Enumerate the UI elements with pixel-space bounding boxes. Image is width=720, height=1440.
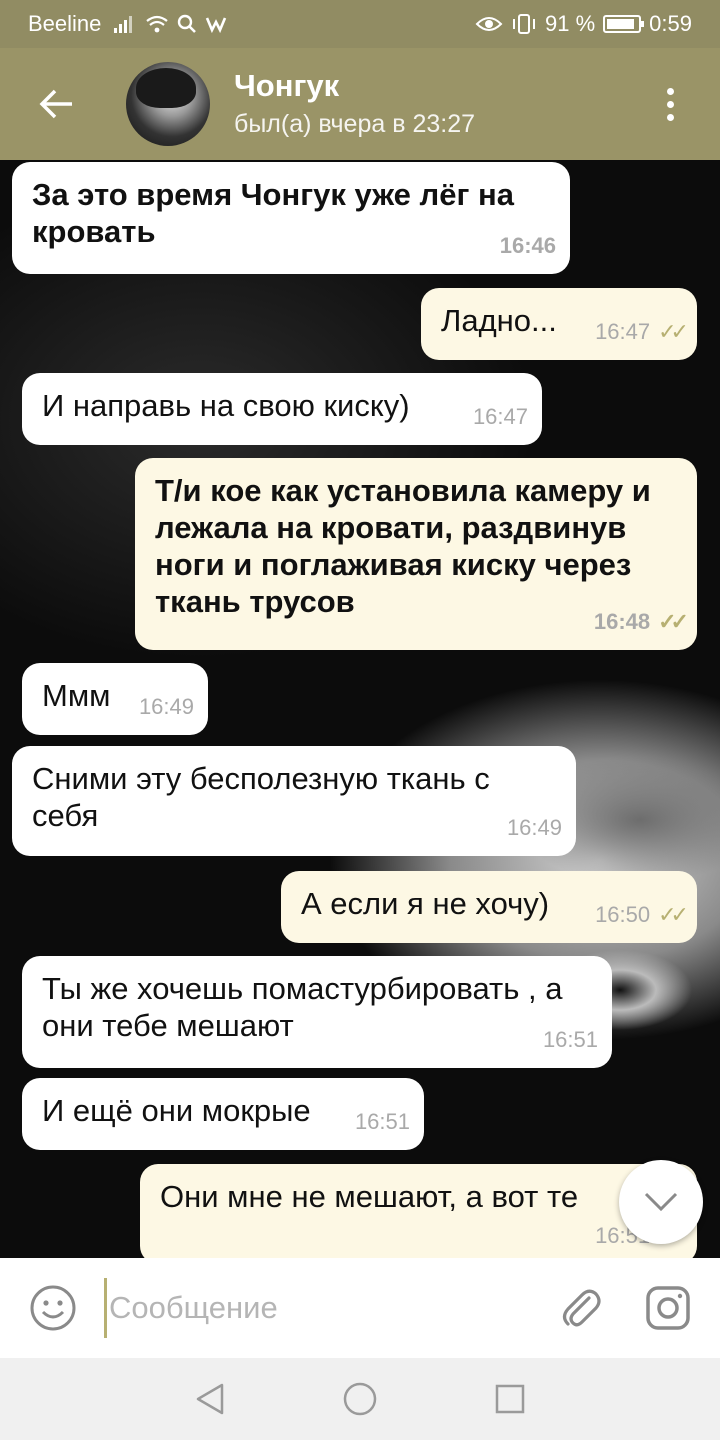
message-bubble[interactable]: За это время Чонгук уже лёг на кровать 1… [12,162,570,274]
contact-name: Чонгук [234,68,340,103]
message-bubble[interactable]: А если я не хочу) 16:50 ✓✓ [281,871,697,943]
message-composer [0,1258,720,1358]
message-meta: 16:49 [139,688,194,725]
status-right: 91 % 0:59 [475,11,692,37]
chat-area[interactable]: За это время Чонгук уже лёг на кровать 1… [0,160,720,1258]
battery-fill [607,19,635,29]
status-icons [113,14,229,34]
chevron-down-icon [644,1192,678,1212]
message-meta: 16:49 [507,809,562,846]
clock: 0:59 [649,11,692,36]
app-notification-icon [206,17,227,34]
message-meta: 16:47 ✓✓ [595,313,689,350]
paperclip-icon[interactable] [556,1284,604,1332]
vibrate-icon [513,14,536,34]
message-time: 16:49 [138,694,194,719]
nav-home-button[interactable] [340,1379,380,1419]
more-vert-icon-dot [666,100,674,108]
message-time: 16:47 [595,319,651,344]
message-time: 16:47 [472,404,528,429]
message-meta: 16:51 [543,1021,598,1058]
nav-back-button[interactable] [190,1379,230,1419]
message-bubble[interactable]: И ещё они мокрые 16:51 [22,1078,424,1150]
back-button[interactable] [26,74,86,134]
message-text: И ещё они мокрые [42,1093,311,1128]
search-icon [178,14,197,33]
carrier-name: Beeline [28,11,102,36]
wifi-icon [146,15,169,33]
message-text: Они мне не мешают, а вот те [160,1179,579,1214]
message-bubble[interactable]: Они мне не мешают, а вот те 16:51✓✓ [140,1164,697,1258]
message-text: Сними эту бесполезную ткань с себя [32,761,490,833]
read-ticks-icon: ✓✓ [658,609,689,634]
camera-icon[interactable] [644,1284,692,1332]
message-bubble[interactable]: И направь на свою киску) 16:47 [22,373,542,445]
message-time: 16:51 [354,1109,410,1134]
message-time: 16:51 [542,1027,598,1052]
avatar[interactable] [126,62,210,146]
message-text: И направь на свою киску) [42,388,410,423]
message-time: 16:50 [595,902,651,927]
signal-icon [114,16,133,33]
battery-percent: 91 % [545,11,596,36]
message-time: 16:46 [499,233,556,258]
message-meta: 16:47 [473,398,528,435]
message-time: 16:49 [506,815,562,840]
message-bubble[interactable]: Т/и кое как установила камеру и лежала н… [135,458,697,650]
contact-info[interactable]: Чонгук был(а) вчера в 23:27 [234,66,475,142]
smiley-icon[interactable] [28,1283,78,1333]
message-meta: 16:48 ✓✓ [593,603,689,640]
chat-header: Чонгук был(а) вчера в 23:27 [0,48,720,160]
triangle-back-icon [196,1383,224,1415]
scroll-down-button[interactable] [619,1160,703,1244]
message-bubble[interactable]: Ладно... 16:47 ✓✓ [421,288,697,360]
status-bar: Beeline 91 % 0:59 [0,0,720,48]
message-text: Т/и кое как установила камеру и лежала н… [155,473,651,619]
message-meta: 16:51 [355,1103,410,1140]
eye-icon [475,17,503,31]
more-vert-icon-dot [666,87,674,95]
more-vert-icon-dot [666,113,674,121]
read-ticks-icon: ✓✓ [658,902,689,927]
system-navigation-bar [0,1358,720,1440]
last-seen-status: был(а) вчера в 23:27 [234,110,476,138]
message-bubble[interactable]: Ммм 16:49 [22,663,208,735]
battery-icon [603,15,645,33]
message-text: Ты же хочешь помастурбировать , а они те… [42,971,563,1043]
square-recents-icon [495,1384,525,1414]
arrow-left-icon [39,89,72,119]
message-meta: 16:50 ✓✓ [595,896,689,933]
message-bubble[interactable]: Ты же хочешь помастурбировать , а они те… [22,956,612,1068]
message-input[interactable] [104,1278,536,1338]
message-meta: 16:46 [500,227,556,264]
message-time: 16:48 [593,609,651,634]
more-options-button[interactable] [650,74,690,134]
nav-recents-button[interactable] [490,1379,530,1419]
message-bubble[interactable]: Сними эту бесполезную ткань с себя 16:49 [12,746,576,856]
circle-home-icon [343,1382,377,1416]
message-text: За это время Чонгук уже лёг на кровать [32,177,514,249]
read-ticks-icon: ✓✓ [658,319,689,344]
